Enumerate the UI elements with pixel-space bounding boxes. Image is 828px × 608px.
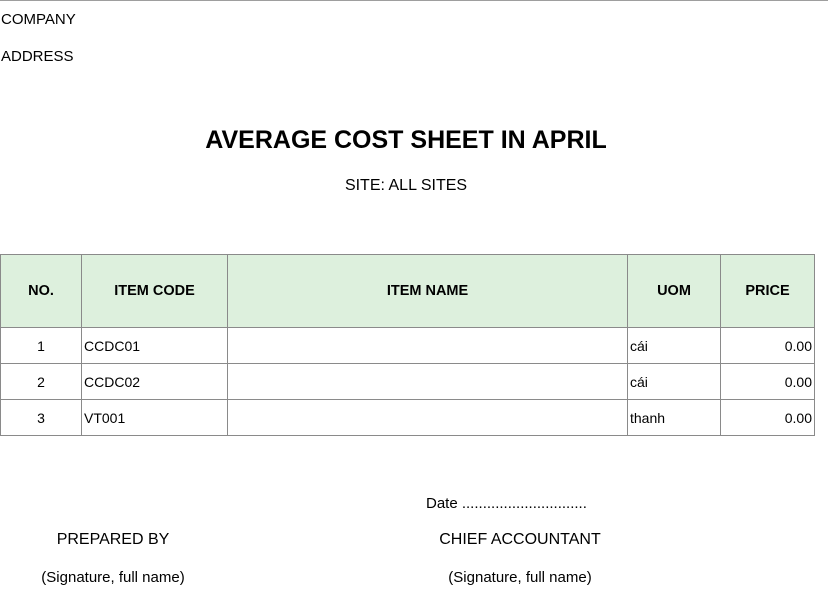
date-line: Date .............................. <box>426 495 587 512</box>
company-label: COMPANY <box>1 11 76 28</box>
row-price: 0.00 <box>720 327 815 364</box>
address-label: ADDRESS <box>1 48 74 65</box>
column-header-item-code: ITEM CODE <box>81 254 228 328</box>
row-item-code: VT001 <box>81 399 228 436</box>
average-cost-table: NO. ITEM CODE ITEM NAME UOM PRICE 1 CCDC… <box>0 254 815 436</box>
row-item-name <box>227 327 628 364</box>
column-header-price: PRICE <box>720 254 815 328</box>
row-item-name <box>227 363 628 400</box>
column-header-item-name: ITEM NAME <box>227 254 628 328</box>
row-price: 0.00 <box>720 399 815 436</box>
prepared-by-signature-hint: (Signature, full name) <box>41 569 185 586</box>
row-uom: cái <box>627 327 721 364</box>
top-border-line <box>0 0 828 1</box>
row-item-code: CCDC01 <box>81 327 228 364</box>
row-uom: thanh <box>627 399 721 436</box>
row-item-code: CCDC02 <box>81 363 228 400</box>
row-no: 3 <box>0 399 82 436</box>
row-no: 1 <box>0 327 82 364</box>
row-uom: cái <box>627 363 721 400</box>
table-row: 1 CCDC01 cái 0.00 <box>0 327 815 364</box>
column-header-uom: UOM <box>627 254 721 328</box>
sheet-title: AVERAGE COST SHEET IN APRIL <box>205 126 607 154</box>
column-header-no: NO. <box>0 254 82 328</box>
table-row: 3 VT001 thanh 0.00 <box>0 399 815 436</box>
site-subtitle: SITE: ALL SITES <box>344 177 468 194</box>
row-item-name <box>227 399 628 436</box>
table-header-row: NO. ITEM CODE ITEM NAME UOM PRICE <box>0 254 815 328</box>
row-price: 0.00 <box>720 363 815 400</box>
table-row: 2 CCDC02 cái 0.00 <box>0 363 815 400</box>
row-no: 2 <box>0 363 82 400</box>
prepared-by-label: PREPARED BY <box>56 531 170 548</box>
chief-accountant-label: CHIEF ACCOUNTANT <box>439 531 601 548</box>
chief-accountant-signature-hint: (Signature, full name) <box>448 569 592 586</box>
